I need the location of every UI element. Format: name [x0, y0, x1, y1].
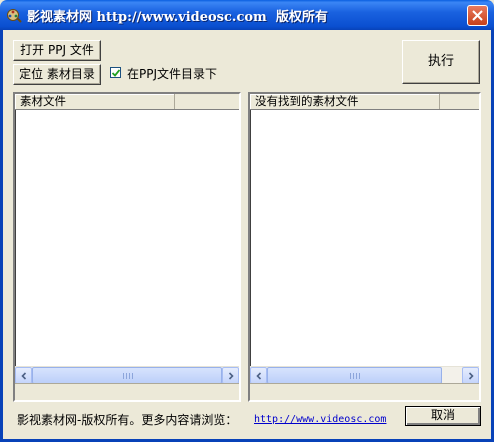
scrollbar-thumb[interactable] — [267, 367, 442, 384]
scroll-right-button[interactable] — [222, 367, 239, 384]
website-link[interactable]: http://www.videosc.com — [254, 414, 386, 425]
horizontal-scrollbar[interactable] — [250, 366, 479, 384]
horizontal-scrollbar[interactable] — [15, 366, 239, 384]
title-bar[interactable]: 影视素材网 http://www.videosc.com 版权所有 — [0, 0, 494, 30]
grip-line — [132, 373, 133, 379]
copyright-text: 影视素材网-版权所有。更多内容请浏览： — [17, 413, 238, 427]
material-files-list[interactable]: 素材文件 — [13, 92, 241, 402]
list-header: 素材文件 — [15, 94, 239, 110]
column-header-missing-files[interactable]: 没有找到的素材文件 — [250, 94, 440, 109]
open-ppj-file-button[interactable]: 打开 PPJ 文件 — [13, 40, 101, 61]
column-header-material-files[interactable]: 素材文件 — [15, 94, 175, 109]
list-header: 没有找到的素材文件 — [250, 94, 479, 110]
scrollbar-thumb[interactable] — [32, 367, 222, 384]
grip-line — [356, 373, 357, 379]
scroll-left-button[interactable] — [15, 367, 32, 384]
scroll-right-icon — [228, 372, 234, 380]
scroll-right-icon — [468, 372, 474, 380]
scroll-left-icon — [21, 372, 27, 380]
list-footer-area — [250, 383, 479, 400]
app-icon — [6, 7, 22, 23]
missing-files-list[interactable]: 没有找到的素材文件 — [248, 92, 481, 402]
grip-line — [123, 373, 124, 379]
grip-line — [350, 373, 351, 379]
grip-line — [353, 373, 354, 379]
close-button[interactable] — [467, 5, 488, 26]
cancel-button[interactable]: 取消 — [405, 406, 481, 426]
run-button[interactable]: 执行 — [402, 40, 480, 84]
scroll-left-icon — [256, 372, 262, 380]
window-title: 影视素材网 http://www.videosc.com 版权所有 — [27, 10, 328, 25]
grip-line — [126, 373, 127, 379]
list-footer-area — [15, 383, 239, 400]
scroll-right-button[interactable] — [462, 367, 479, 384]
window-frame-left — [0, 30, 3, 442]
scroll-left-button[interactable] — [250, 367, 267, 384]
close-icon — [472, 10, 483, 21]
in-ppj-dir-checkbox[interactable] — [110, 67, 121, 78]
grip-line — [359, 373, 360, 379]
grip-line — [129, 373, 130, 379]
locate-material-dir-button[interactable]: 定位 素材目录 — [13, 64, 101, 85]
checkmark-icon — [112, 69, 120, 77]
in-ppj-dir-label: 在PPJ文件目录下 — [127, 67, 218, 81]
